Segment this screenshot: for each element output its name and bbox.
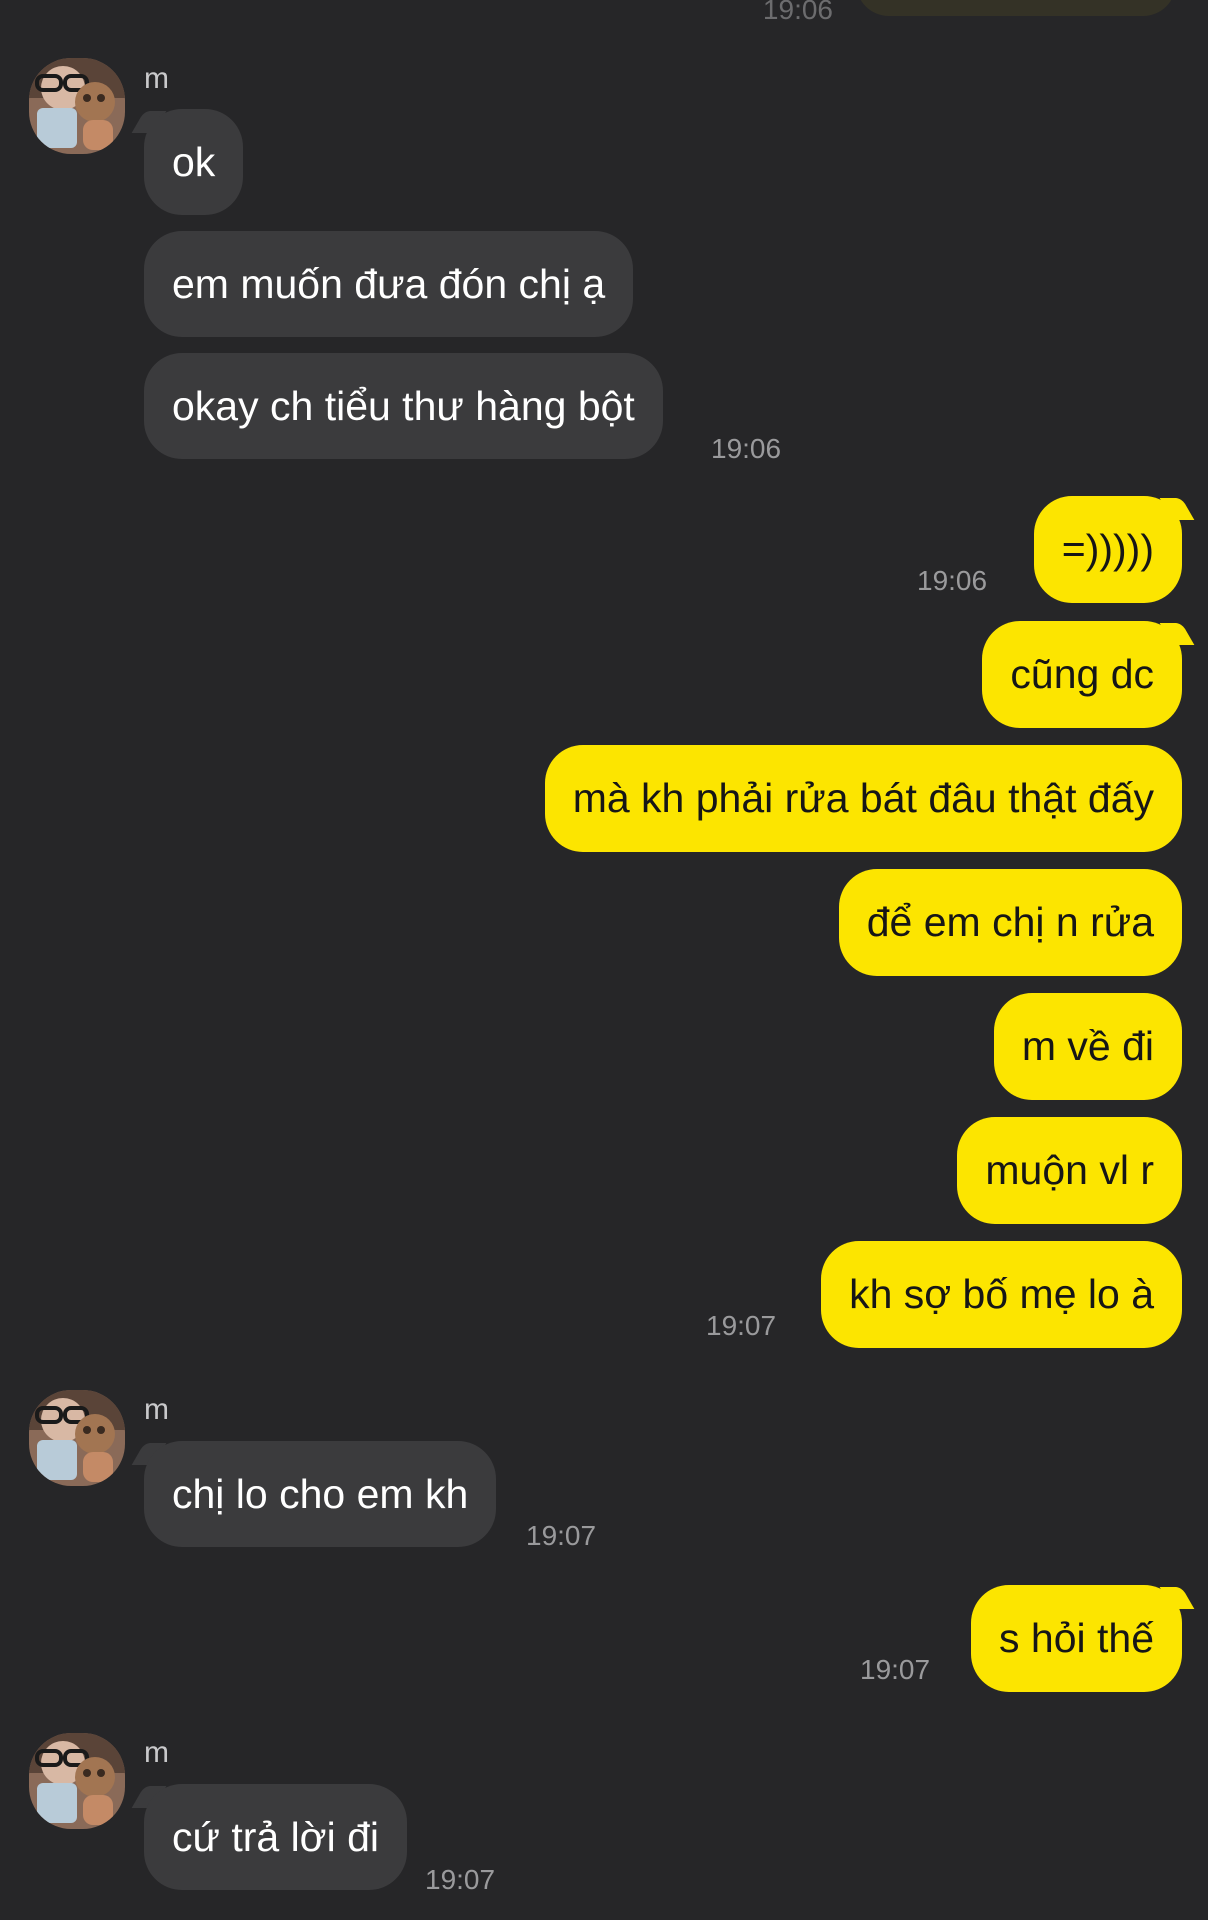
sender-avatar[interactable]: [29, 1733, 125, 1829]
message-text: cứ trả lời đi: [172, 1813, 379, 1860]
bubble-tail: [131, 1443, 167, 1465]
message-bubble-outgoing[interactable]: m về đi: [993, 993, 1182, 1100]
bubble-tail: [1159, 623, 1195, 645]
message-text: s hỏi thế: [999, 1615, 1154, 1661]
message-timestamp: 19:07: [425, 1864, 496, 1895]
message-bubble-incoming[interactable]: chị lo cho em kh: [131, 1441, 497, 1547]
message-timestamp: 19:06: [762, 0, 833, 25]
message-text: ok: [172, 138, 216, 185]
message-text: muộn vl r: [985, 1147, 1154, 1193]
sender-avatar[interactable]: [29, 1390, 125, 1486]
message-timestamp: 19:07: [860, 1654, 931, 1685]
message-bubble-incoming[interactable]: em muốn đưa đón chị ạ: [144, 231, 634, 337]
message-bubble-incoming[interactable]: cứ trả lời đi: [131, 1784, 407, 1890]
message-bubble-outgoing[interactable]: s hỏi thế: [971, 1585, 1195, 1692]
avatar-photo-icon: [29, 1390, 125, 1486]
message-text: okay ch tiểu thư hàng bột: [172, 382, 635, 429]
avatar-photo-icon: [29, 58, 125, 154]
message-text: chị lo cho em kh: [172, 1470, 469, 1517]
bubble-tail: [1159, 1587, 1195, 1609]
bubble-tail: [1159, 498, 1195, 520]
message-text: mà kh phải rửa bát đâu thật đấy: [572, 775, 1154, 821]
message-bubble-incoming[interactable]: ok: [131, 109, 244, 215]
message-text: cũng dc: [1010, 651, 1154, 697]
message-bubble-incoming[interactable]: okay ch tiểu thư hàng bột: [144, 353, 663, 459]
message-bubble-outgoing[interactable]: mà kh phải rửa bát đâu thật đấy: [544, 745, 1182, 852]
message-bubble-outgoing[interactable]: =))))): [1033, 496, 1195, 603]
sender-name: m: [144, 1736, 169, 1769]
bubble-tail: [131, 1786, 167, 1808]
message-bubble-outgoing[interactable]: cũng dc: [982, 621, 1195, 728]
chat-screen[interactable]: 19:06 m ok em muốn đưa đón chị ạ okay ch…: [0, 0, 1208, 1920]
message-text: kh sợ bố mẹ lo à: [849, 1271, 1154, 1317]
message-timestamp: 19:07: [526, 1520, 597, 1551]
message-bubble-outgoing[interactable]: muộn vl r: [957, 1117, 1182, 1224]
message-bubble-outgoing[interactable]: kh sợ bố mẹ lo à: [821, 1241, 1182, 1348]
message-timestamp: 19:07: [706, 1310, 777, 1341]
message-text: m về đi: [1021, 1023, 1154, 1069]
sender-name: m: [144, 1393, 169, 1426]
avatar-photo-icon: [29, 1733, 125, 1829]
message-text: em muốn đưa đón chị ạ: [172, 260, 606, 307]
previous-outgoing-bubble[interactable]: [856, 0, 1176, 16]
message-text: =))))): [1061, 526, 1154, 572]
bubble-tail: [131, 111, 167, 133]
sender-avatar[interactable]: [29, 58, 125, 154]
message-timestamp: 19:06: [711, 433, 782, 464]
sender-name: m: [144, 62, 169, 95]
message-text: để em chị n rửa: [866, 899, 1154, 945]
message-timestamp: 19:06: [917, 565, 988, 596]
message-bubble-outgoing[interactable]: để em chị n rửa: [838, 869, 1182, 976]
